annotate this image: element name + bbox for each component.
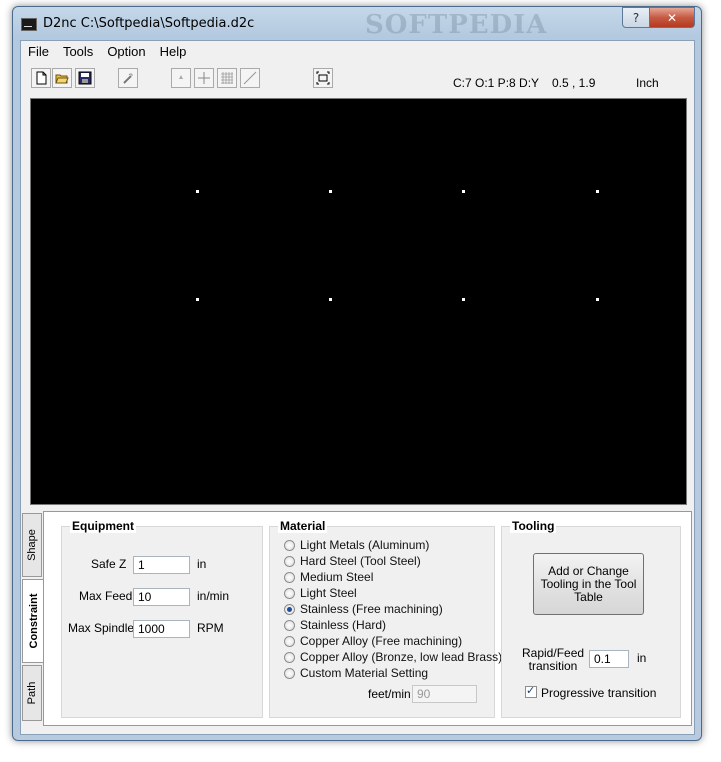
window-title: D2nc C:\Softpedia\Softpedia.d2c <box>43 16 255 31</box>
rapid-feed-input[interactable]: 0.1 <box>589 650 629 668</box>
tooling-group: Tooling Add or Change Tooling in the Too… <box>501 519 681 718</box>
speed-label: feet/min <box>368 687 411 701</box>
close-button[interactable]: ✕ <box>649 7 695 28</box>
material-option-label: Copper Alloy (Bronze, low lead Brass) <box>300 650 503 664</box>
rapid-feed-label: Rapid/Feed transition <box>522 646 585 673</box>
change-tooling-button[interactable]: Add or Change Tooling in the Tool Table <box>533 553 644 615</box>
max-feed-label: Max Feed <box>79 589 133 603</box>
safe-z-unit: in <box>197 557 207 571</box>
toolbar: C:7 O:1 P:8 D:Y 0.5 , 1.9 Inch <box>21 65 694 95</box>
menu-file[interactable]: File <box>21 41 56 63</box>
safe-z-label: Safe Z <box>91 557 127 571</box>
grid-point <box>329 298 332 301</box>
tab-shape[interactable]: Shape <box>22 513 42 577</box>
radio-button[interactable] <box>284 619 295 631</box>
material-option-label: Medium Steel <box>300 570 374 584</box>
drawing-canvas[interactable] <box>30 98 687 505</box>
radio-button[interactable] <box>284 555 295 567</box>
tab-path[interactable]: Path <box>22 665 42 721</box>
material-option-label: Stainless (Free machining) <box>300 602 443 616</box>
side-tabs: Shape Constraint Path <box>22 513 44 721</box>
material-option[interactable]: Light Steel <box>284 585 357 601</box>
line-icon[interactable] <box>240 68 260 88</box>
equipment-group: Equipment Safe Z 1 in Max Feed 10 in/min… <box>61 519 263 718</box>
material-option-label: Light Metals (Aluminum) <box>300 538 430 552</box>
material-group: Material Light Metals (Aluminum) Hard St… <box>269 519 502 718</box>
grid-point <box>596 190 599 193</box>
grid-point <box>462 190 465 193</box>
speed-input[interactable]: 90 <box>412 685 477 703</box>
crosshair-icon[interactable] <box>194 68 214 88</box>
point-icon[interactable] <box>171 68 191 88</box>
grid-point <box>196 298 199 301</box>
grid-point <box>462 298 465 301</box>
tab-shape-label: Shape <box>26 529 38 561</box>
save-icon[interactable] <box>75 68 95 88</box>
menu-help[interactable]: Help <box>153 41 194 63</box>
material-option-label: Light Steel <box>300 586 357 600</box>
client-area: File Tools Option Help C:7 O:1 P:8 D:Y 0… <box>20 40 695 735</box>
radio-button[interactable] <box>284 539 295 551</box>
safe-z-input[interactable]: 1 <box>133 556 190 574</box>
grid-point <box>596 298 599 301</box>
app-window: D2nc C:\Softpedia\Softpedia.d2c SOFTPEDI… <box>12 6 702 741</box>
tooling-title: Tooling <box>510 519 557 533</box>
radio-button-selected[interactable] <box>284 603 295 615</box>
rapid-feed-unit: in <box>637 651 647 665</box>
wand-icon[interactable] <box>118 68 138 88</box>
material-option[interactable]: Stainless (Free machining) <box>284 601 443 617</box>
grid-point <box>196 190 199 193</box>
equipment-title: Equipment <box>70 519 136 533</box>
material-title: Material <box>278 519 328 533</box>
status-coords: 0.5 , 1.9 <box>552 76 596 90</box>
material-option[interactable]: Copper Alloy (Bronze, low lead Brass) <box>284 649 502 665</box>
max-feed-unit: in/min <box>197 589 230 603</box>
radio-button[interactable] <box>284 651 295 663</box>
material-option-label: Hard Steel (Tool Steel) <box>300 554 421 568</box>
material-option-label: Copper Alloy (Free machining) <box>300 634 463 648</box>
tab-constraint-label: Constraint <box>27 593 40 649</box>
new-file-icon[interactable] <box>31 68 51 88</box>
material-option[interactable]: Copper Alloy (Free machining) <box>284 633 462 649</box>
fit-view-icon[interactable] <box>313 68 333 88</box>
caption-buttons: ? ✕ <box>622 7 695 29</box>
status-counts: C:7 O:1 P:8 D:Y <box>453 76 540 90</box>
progressive-label: Progressive transition <box>541 686 657 700</box>
max-spindle-input[interactable]: 1000 <box>133 620 190 638</box>
material-option[interactable]: Hard Steel (Tool Steel) <box>284 553 421 569</box>
menu-bar: File Tools Option Help <box>21 41 694 63</box>
material-option[interactable]: Medium Steel <box>284 569 373 585</box>
material-option-label: Stainless (Hard) <box>300 618 387 632</box>
grid-point <box>329 190 332 193</box>
max-spindle-unit: RPM <box>197 621 224 635</box>
constraint-panel: Equipment Safe Z 1 in Max Feed 10 in/min… <box>43 511 692 726</box>
menu-tools[interactable]: Tools <box>56 41 100 63</box>
max-feed-input[interactable]: 10 <box>133 588 190 606</box>
tab-path-label: Path <box>26 681 38 705</box>
help-button[interactable]: ? <box>622 7 650 28</box>
progressive-checkbox[interactable] <box>525 684 537 698</box>
radio-button[interactable] <box>284 667 295 679</box>
material-option[interactable]: Stainless (Hard) <box>284 617 386 633</box>
tab-constraint[interactable]: Constraint <box>22 579 44 663</box>
app-icon <box>21 18 37 31</box>
open-folder-icon[interactable] <box>52 68 72 88</box>
menu-option[interactable]: Option <box>100 41 152 63</box>
status-units: Inch <box>636 76 659 90</box>
radio-button[interactable] <box>284 587 295 599</box>
material-option-label: Custom Material Setting <box>300 666 429 680</box>
material-option[interactable]: Light Metals (Aluminum) <box>284 537 429 553</box>
radio-button[interactable] <box>284 571 295 583</box>
material-option[interactable]: Custom Material Setting <box>284 665 428 681</box>
max-spindle-label: Max Spindle <box>68 621 135 635</box>
watermark: SOFTPEDIA <box>365 10 548 40</box>
grid-icon[interactable] <box>217 68 237 88</box>
radio-button[interactable] <box>284 635 295 647</box>
title-bar[interactable]: D2nc C:\Softpedia\Softpedia.d2c SOFTPEDI… <box>13 7 701 40</box>
